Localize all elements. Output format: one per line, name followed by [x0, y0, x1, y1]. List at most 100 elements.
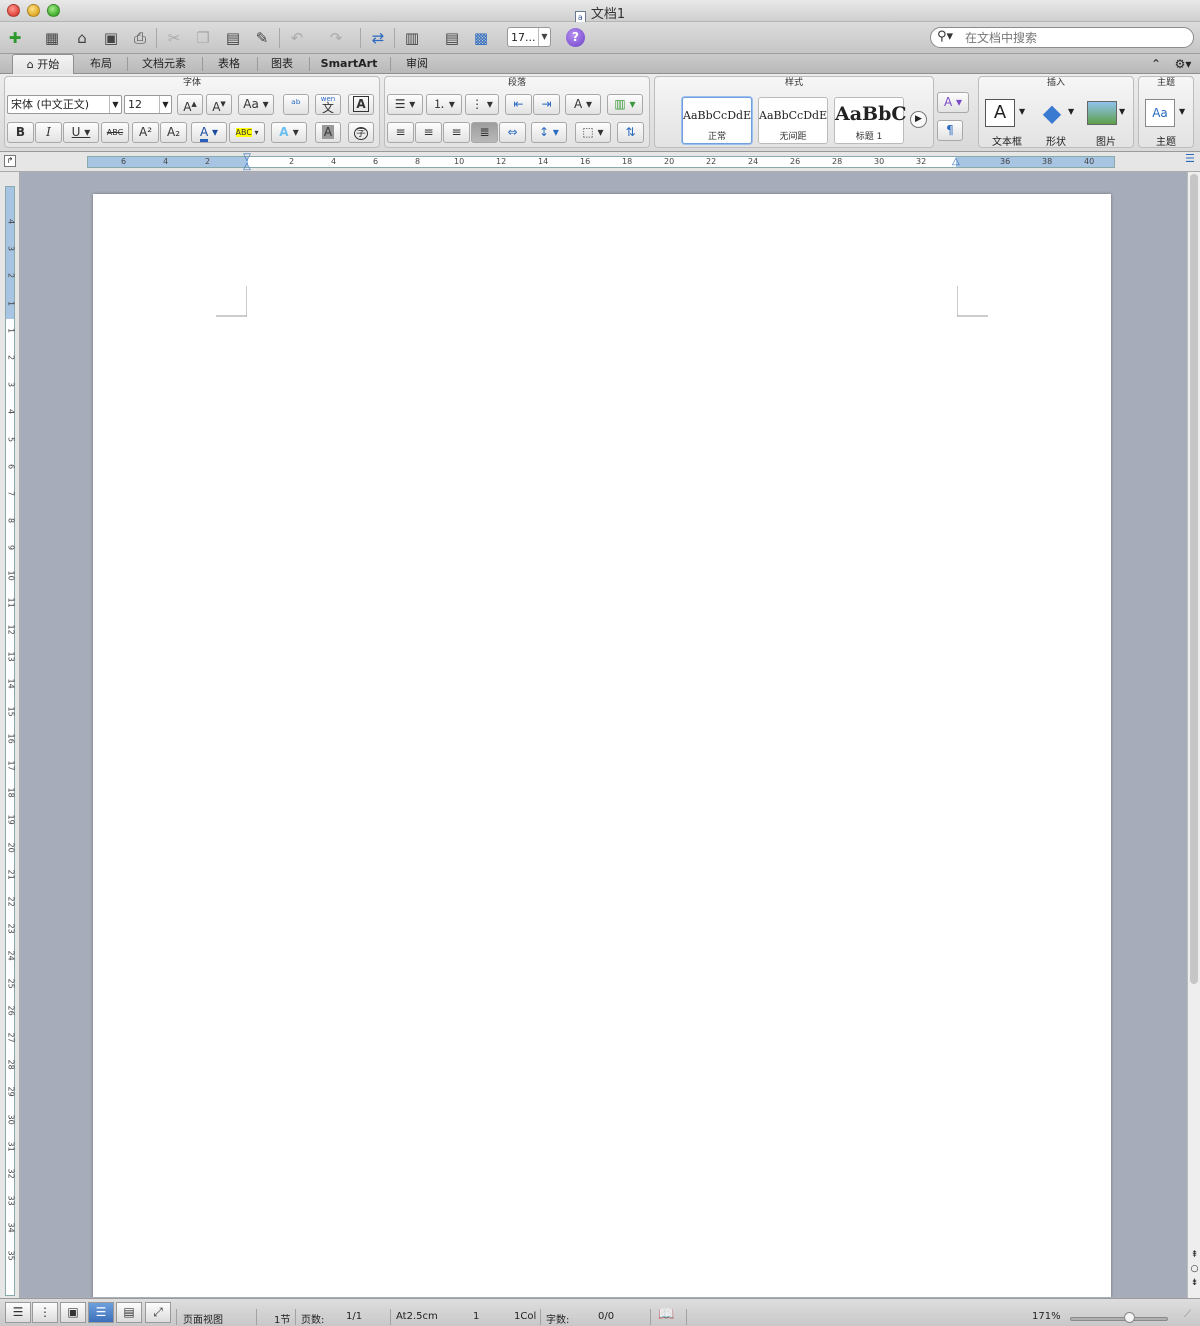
publishing-view-icon[interactable]: ▣: [60, 1302, 86, 1323]
search-icon[interactable]: ⚲▾: [937, 29, 953, 44]
tab-tables[interactable]: 表格: [207, 54, 251, 74]
font-size-select[interactable]: 12 ▼: [124, 95, 172, 114]
align-right-icon[interactable]: ≡: [443, 122, 470, 143]
numbering-icon[interactable]: ⒈ ▾: [426, 94, 462, 115]
copy-icon[interactable]: ❐: [191, 26, 215, 50]
textbox-icon[interactable]: A: [985, 99, 1015, 127]
character-border-button[interactable]: A: [348, 94, 374, 115]
zoom-select[interactable]: 17... ▼: [507, 27, 551, 47]
decrease-indent-icon[interactable]: ⇤: [505, 94, 532, 115]
tab-stop-icon[interactable]: ↱: [4, 155, 16, 167]
proofing-book-icon[interactable]: 📖: [658, 1307, 674, 1322]
zoom-slider-knob[interactable]: [1124, 1312, 1135, 1323]
character-shading-button[interactable]: A: [315, 122, 341, 143]
print-icon[interactable]: ⎙: [128, 26, 152, 50]
change-case-button[interactable]: Aa ▾: [238, 94, 274, 115]
multilevel-list-icon[interactable]: ⋮ ▾: [465, 94, 499, 115]
shapes-label[interactable]: 形状: [1031, 133, 1081, 148]
status-bar: ☰ ⋮ ▣ ☰ ▤ ⤢ 页面视图 1节 页数: 1/1 At2.5cm 1 1C…: [0, 1298, 1200, 1326]
draft-view-icon[interactable]: ☰: [5, 1302, 31, 1323]
style-no-spacing[interactable]: AaBbCcDdEe 无间距: [758, 97, 828, 144]
subscript-button[interactable]: A₂: [160, 122, 187, 143]
vertical-ruler-track[interactable]: 4 3 2 1 1 2 3 4 5 6 7 8 9 10 11 12 13 14 15 16 17 18 19 20 21 22 2…: [5, 186, 16, 1296]
phonetic-guide-button[interactable]: wen 文: [315, 94, 341, 115]
save-icon[interactable]: ▣: [99, 26, 123, 50]
gallery-icon[interactable]: ▦: [40, 26, 64, 50]
align-left-icon[interactable]: ≡: [387, 122, 414, 143]
font-color-button[interactable]: A ▾: [191, 122, 227, 143]
scroll-thumb[interactable]: [1190, 174, 1198, 984]
text-direction-icon[interactable]: A ▾: [565, 94, 601, 115]
text-effects-button[interactable]: A ▾: [271, 122, 307, 143]
sort-icon[interactable]: ⇅: [617, 122, 644, 143]
full-screen-view-icon[interactable]: ⤢: [145, 1302, 171, 1323]
textbox-label[interactable]: 文本框: [979, 133, 1035, 148]
bullets-icon[interactable]: ☰ ▾: [387, 94, 423, 115]
page-nav-icons[interactable]: ⇞ ○ ⇟: [1189, 1248, 1200, 1290]
align-center-icon[interactable]: ≡: [415, 122, 442, 143]
collapse-ribbon-icon[interactable]: ⌃: [1146, 54, 1166, 74]
outline-view-icon[interactable]: ⋮: [32, 1302, 58, 1323]
open-icon[interactable]: ⌂: [70, 26, 94, 50]
highlight-button[interactable]: ABC ▾: [229, 122, 265, 143]
tab-document-elements[interactable]: 文档元素: [132, 54, 196, 74]
notebook-view-icon[interactable]: ▤: [116, 1302, 142, 1323]
columns-icon[interactable]: ▥ ▾: [607, 94, 643, 115]
themes-icon[interactable]: Aa: [1145, 99, 1175, 127]
underline-button[interactable]: U ▾: [63, 122, 99, 143]
bold-button[interactable]: B: [7, 122, 34, 143]
ruler-label: 6: [121, 157, 127, 166]
search-input[interactable]: [965, 31, 1185, 45]
paste-icon[interactable]: ▤: [221, 26, 245, 50]
style-heading-1[interactable]: AaBbC 标题 1: [834, 97, 907, 144]
font-name-select[interactable]: 宋体 (中文正文) ▼: [7, 95, 122, 114]
tab-smartart[interactable]: SmartArt: [314, 54, 384, 74]
format-painter-icon[interactable]: ✎: [250, 26, 274, 50]
show-formatting-icon[interactable]: ¶: [937, 120, 963, 141]
print-layout-view-icon[interactable]: ☰: [88, 1302, 114, 1323]
italic-button[interactable]: I: [35, 122, 62, 143]
line-spacing-icon[interactable]: ↕ ▾: [531, 122, 567, 143]
distributed-icon[interactable]: ⇔: [499, 122, 526, 143]
vertical-scrollbar[interactable]: ⇞ ○ ⇟: [1187, 172, 1200, 1298]
styles-pane-icon[interactable]: A ▾: [937, 92, 969, 113]
navigate-icon[interactable]: ⇄: [366, 26, 390, 50]
grow-font-button[interactable]: A▲: [177, 94, 203, 115]
spelling-icon[interactable]: ᵃᵇ: [283, 94, 309, 115]
sidebar-toggle-icon[interactable]: ▥: [400, 26, 424, 50]
help-icon[interactable]: ?: [566, 28, 585, 47]
toolbox-icon[interactable]: ▤: [440, 26, 464, 50]
pages-value[interactable]: 1/1: [346, 1311, 362, 1322]
superscript-button[interactable]: A²: [132, 122, 159, 143]
redo-icon[interactable]: ↷: [324, 26, 348, 50]
shrink-font-button[interactable]: A▼: [206, 94, 232, 115]
justify-icon[interactable]: ≣: [471, 122, 498, 143]
shapes-icon[interactable]: ◆: [1037, 99, 1067, 127]
cut-icon[interactable]: ✂: [162, 26, 186, 50]
tab-review[interactable]: 审阅: [396, 54, 438, 74]
right-indent-marker-icon[interactable]: △: [952, 156, 960, 167]
picture-icon[interactable]: [1087, 101, 1117, 125]
themes-label[interactable]: 主题: [1139, 133, 1193, 148]
increase-indent-icon[interactable]: ⇥: [533, 94, 560, 115]
resize-grip-icon[interactable]: ⟋: [1184, 1309, 1191, 1320]
words-value[interactable]: 0/0: [598, 1311, 614, 1322]
document-page[interactable]: [93, 194, 1111, 1297]
undo-icon[interactable]: ↶: [285, 26, 309, 50]
enclose-characters-button[interactable]: 字: [348, 122, 374, 143]
tab-home[interactable]: ⌂ 开始: [12, 54, 74, 75]
indent-marker-icon[interactable]: ▽ △: [242, 153, 252, 172]
tab-charts[interactable]: 图表: [262, 54, 302, 74]
next-styles-icon[interactable]: ▶: [910, 111, 927, 128]
picture-label[interactable]: 图片: [1081, 133, 1131, 148]
new-document-icon[interactable]: ✚: [3, 26, 27, 50]
style-normal[interactable]: AaBbCcDdEe 正常: [682, 97, 752, 144]
strikethrough-button[interactable]: ABC: [101, 122, 129, 143]
vertical-ruler-label: 1: [6, 327, 16, 333]
media-browser-icon[interactable]: ▩: [469, 26, 493, 50]
zoom-slider[interactable]: [1070, 1317, 1168, 1321]
tab-layout[interactable]: 布局: [80, 54, 122, 74]
ruler-view-icon[interactable]: ☰: [1185, 152, 1200, 165]
gear-icon[interactable]: ⚙▾: [1170, 54, 1196, 74]
borders-icon[interactable]: ⬚ ▾: [575, 122, 611, 143]
